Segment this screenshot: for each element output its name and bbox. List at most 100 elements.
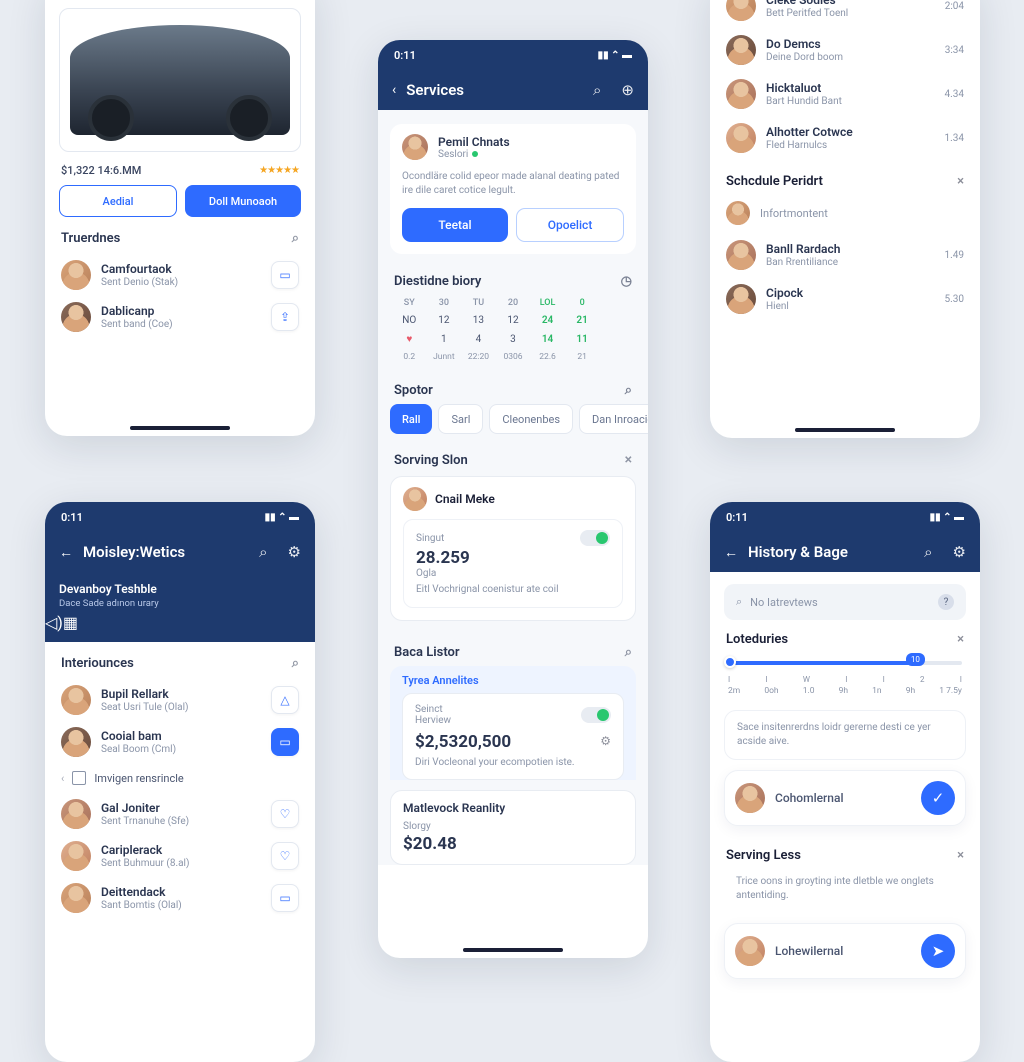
clock-icon[interactable]: ◷ <box>621 274 632 289</box>
cal-cell[interactable]: 4 <box>461 330 496 349</box>
cal-cell[interactable]: 1 <box>427 330 462 349</box>
folder-icon[interactable]: ▭ <box>271 728 299 756</box>
primary-button[interactable]: Doll Munoaoh <box>185 185 301 217</box>
person-card[interactable]: Cohomlernal ✓ <box>724 770 966 826</box>
avatar <box>726 0 756 21</box>
cal-cell[interactable]: 13 <box>461 311 496 330</box>
close-icon[interactable]: × <box>957 848 964 863</box>
grid-icon[interactable]: ▦ <box>63 613 78 632</box>
profile-name: Pemil Chnats <box>438 135 510 149</box>
slider-knob[interactable] <box>724 656 736 668</box>
avatar <box>61 883 91 913</box>
cal-cell[interactable]: 12 <box>427 311 462 330</box>
close-icon[interactable]: × <box>957 174 964 189</box>
back-icon[interactable]: ← <box>59 544 73 561</box>
list-item[interactable]: Banll RardachBan Rrentiliance1.49 <box>710 233 980 277</box>
primary-button[interactable]: Teetal <box>402 208 508 242</box>
card-name: Cnail Meke <box>435 492 495 506</box>
item-name: Deittendack <box>101 885 261 899</box>
check-icon[interactable]: ✓ <box>921 781 955 815</box>
back-icon[interactable]: ← <box>724 544 738 561</box>
action-buttons: Aedial Doll Munoaoh <box>45 185 315 217</box>
send-icon[interactable]: ➤ <box>921 934 955 968</box>
cal-foot: Junnt <box>427 349 462 365</box>
item-name: Dablicanp <box>101 304 261 318</box>
gear-icon[interactable]: ⚙ <box>600 734 611 748</box>
item-time: 1.34 <box>945 133 965 144</box>
list-item[interactable]: CariplerackSent Buhmuur (8.al)♡ <box>45 835 315 877</box>
help-icon[interactable]: ? <box>938 594 954 610</box>
search-field[interactable]: ⌕No Iatrevtews? <box>724 584 966 620</box>
outline-button[interactable]: Opoelict <box>516 208 624 242</box>
item-name: Cariplerack <box>101 843 261 857</box>
cal-cell[interactable]: 24 <box>530 311 565 330</box>
profile-card: Pemil ChnatsSeslori Ocondläre colid epeo… <box>390 124 636 254</box>
close-icon[interactable]: × <box>957 632 964 647</box>
heart-icon[interactable]: ♡ <box>271 800 299 828</box>
screen-history: 0:11▮▮ ⌃ ▬ ← History & Bage ⌕ ⚙ ⌕No Iatr… <box>710 502 980 1062</box>
cal-cell[interactable]: ♥ <box>392 330 427 349</box>
calendar[interactable]: SY30TU20LOL0 NO1213122421 ♥1431411 0.2Ju… <box>378 295 648 373</box>
list-item[interactable]: CipockHienl5.30 <box>710 277 980 321</box>
search-icon[interactable]: ⌕ <box>593 81 601 99</box>
list-item[interactable]: HicktaluotBart Hundid Bant4.34 <box>710 72 980 116</box>
search-icon[interactable]: ⌕ <box>292 656 299 671</box>
list-item[interactable]: Cooial bamSeal Boom (Cml)▭ <box>45 721 315 763</box>
list-item[interactable]: Bupil RellarkSeat Usri Tule (Olal)△ <box>45 679 315 721</box>
avatar <box>735 936 765 966</box>
search-icon[interactable]: ⌕ <box>924 543 932 561</box>
cal-cell[interactable]: 12 <box>496 311 531 330</box>
sound-icon[interactable]: ◁) <box>45 613 63 632</box>
cal-cell[interactable]: NO <box>392 311 427 330</box>
search-icon[interactable]: ⌕ <box>259 543 267 561</box>
slider[interactable]: 10 <box>710 655 980 669</box>
car-card[interactable] <box>59 8 301 152</box>
chip[interactable]: Sarl <box>438 404 483 434</box>
share-icon[interactable]: ⇪ <box>271 303 299 331</box>
status-icons: ▮▮ ⌃ ▬ <box>598 50 632 61</box>
avatar <box>726 35 756 65</box>
gear-icon[interactable]: ⚙ <box>953 543 966 561</box>
chip[interactable]: Rall <box>390 404 432 434</box>
close-icon[interactable]: × <box>625 452 632 468</box>
chip[interactable]: Dan Inroacic <box>579 404 648 434</box>
list-item[interactable]: Gal JoniterSent Trnanuhe (Sfe)♡ <box>45 793 315 835</box>
avatar <box>61 685 91 715</box>
search-icon[interactable]: ⌕ <box>625 645 632 660</box>
bell-icon[interactable]: △ <box>271 686 299 714</box>
cal-cell[interactable]: 3 <box>496 330 531 349</box>
chip[interactable]: Cleonenbes <box>489 404 573 434</box>
day-head: 30 <box>427 295 462 311</box>
search-icon[interactable]: ⌕ <box>625 383 632 398</box>
outline-button[interactable]: Aedial <box>59 185 177 217</box>
search-icon[interactable]: ⌕ <box>292 231 299 246</box>
desc: Diri Vocleonal your ecompotien iste. <box>415 756 611 770</box>
list-item[interactable]: CamfourtaokSent Denio (Stak) ▭ <box>45 254 315 296</box>
item-sub: Fled Harnulcs <box>766 140 935 151</box>
profile-sub: Seslori <box>438 149 468 160</box>
cal-cell[interactable]: 11 <box>565 330 600 349</box>
back-icon[interactable]: ‹ <box>392 82 396 98</box>
link-row[interactable]: ‹Imvigen rensrincle <box>45 763 315 793</box>
list-item[interactable]: Do DemcsDeine Dord boom3:34 <box>710 28 980 72</box>
avatar <box>726 201 750 225</box>
briefcase-icon[interactable]: ▭ <box>271 261 299 289</box>
heart-icon[interactable]: ♡ <box>271 842 299 870</box>
briefcase-icon[interactable]: ▭ <box>271 884 299 912</box>
list-item[interactable]: Alhotter CotwceFled Harnulcs1.34 <box>710 116 980 160</box>
globe-icon[interactable]: ⊕ <box>621 81 634 99</box>
car-image <box>70 25 290 135</box>
list-item[interactable]: DeittendackSant Bomtis (Olal)▭ <box>45 877 315 919</box>
list-item[interactable]: Cleke SodlesBett Peritfed Toenl2:04 <box>710 0 980 28</box>
gear-icon[interactable]: ⚙ <box>288 543 301 561</box>
person-name: Cohomlernal <box>775 791 911 805</box>
toggle[interactable] <box>581 707 611 723</box>
list-item[interactable]: DablicanpSent band (Coe) ⇪ <box>45 296 315 338</box>
label: Slorgy <box>403 821 623 832</box>
nav-header: 0:11▮▮ ⌃ ▬ ← Moisley:Wetics ⌕ ⚙ Devanboy… <box>45 502 315 642</box>
car-price: $1,322 14:6.MM <box>61 164 141 177</box>
toggle[interactable] <box>580 530 610 546</box>
person-card[interactable]: Lohewilernal➤ <box>724 923 966 979</box>
cal-cell[interactable]: 14 <box>530 330 565 349</box>
cal-cell[interactable]: 21 <box>565 311 600 330</box>
